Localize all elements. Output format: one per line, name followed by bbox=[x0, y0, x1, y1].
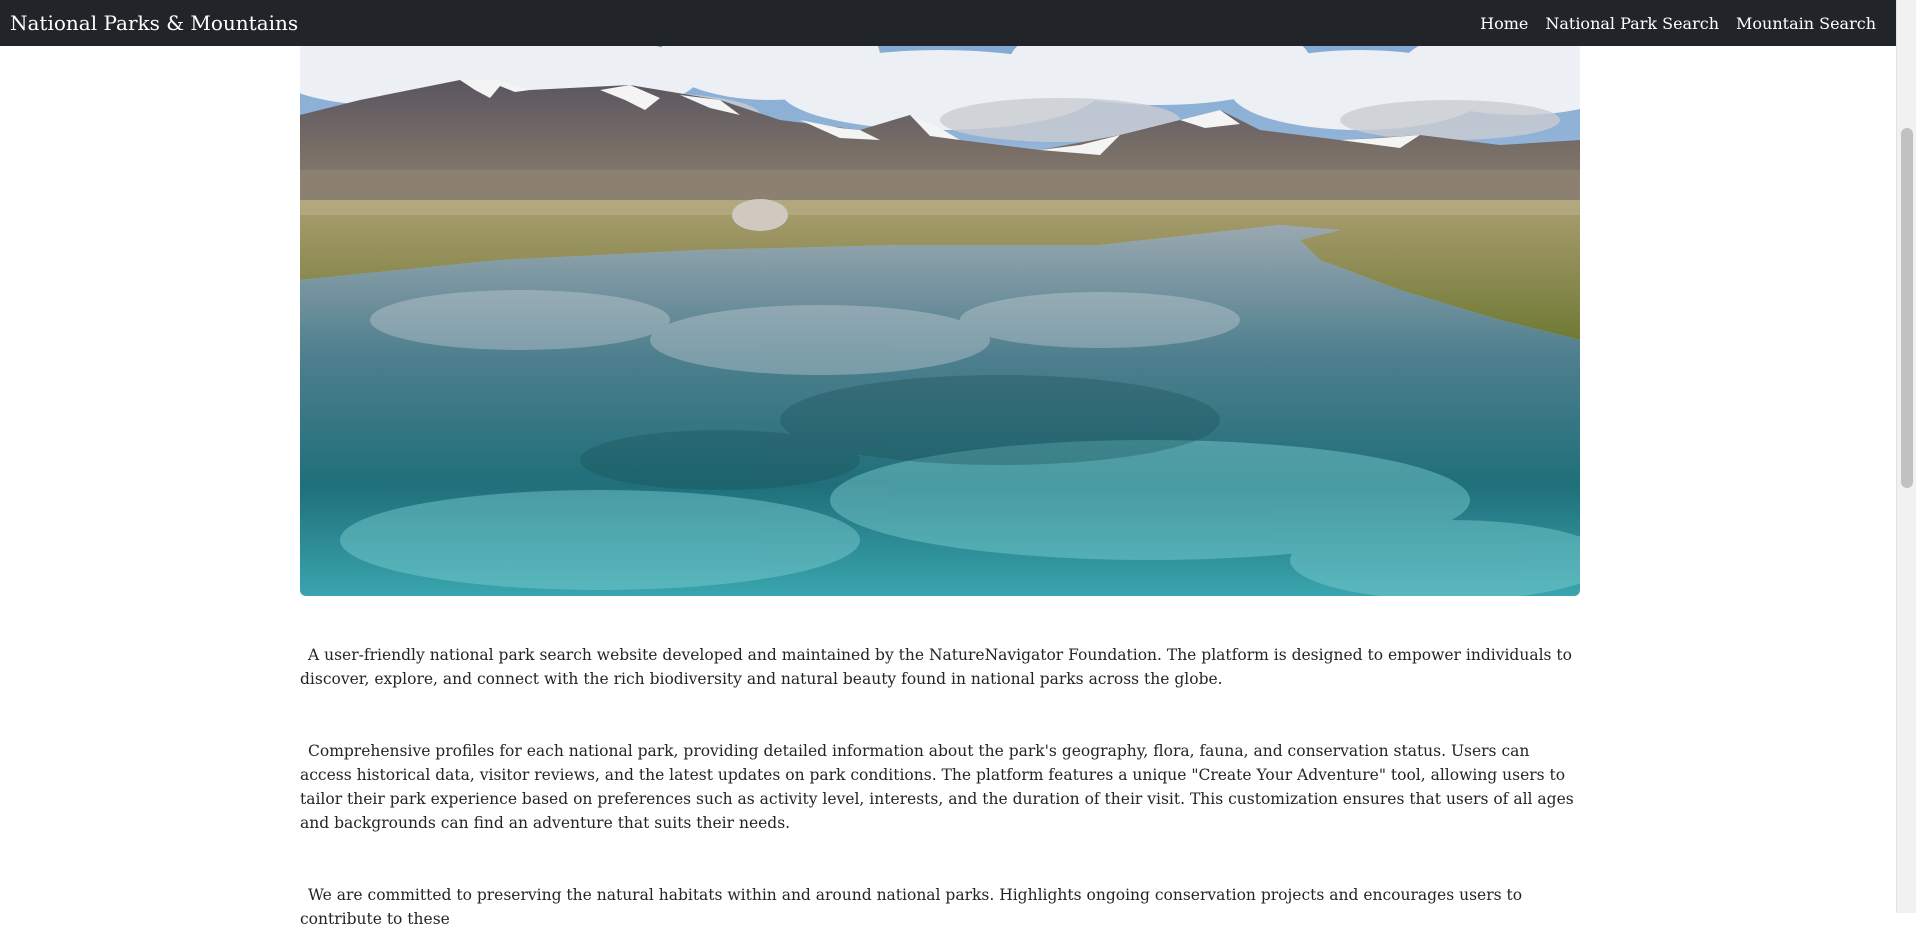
nav-link-home[interactable]: Home bbox=[1480, 14, 1528, 33]
features-paragraph: Comprehensive profiles for each national… bbox=[300, 739, 1580, 835]
page-scrollbar[interactable] bbox=[1896, 0, 1916, 913]
nav-links: Home National Park Search Mountain Searc… bbox=[1480, 14, 1886, 33]
conservation-paragraph: We are committed to preserving the natur… bbox=[300, 883, 1580, 931]
nav-link-mountain-search[interactable]: Mountain Search bbox=[1736, 14, 1876, 33]
paragraph-text: We are committed to preserving the natur… bbox=[300, 886, 1523, 928]
landscape-illustration bbox=[300, 20, 1580, 596]
hero-image bbox=[300, 20, 1580, 596]
paragraph-text: A user-friendly national park search web… bbox=[300, 646, 1572, 688]
top-navbar: National Parks & Mountains Home National… bbox=[0, 0, 1896, 46]
intro-paragraph: A user-friendly national park search web… bbox=[300, 643, 1580, 691]
brand-link[interactable]: National Parks & Mountains bbox=[10, 11, 298, 35]
nav-link-national-park-search[interactable]: National Park Search bbox=[1545, 14, 1719, 33]
paragraph-text: Comprehensive profiles for each national… bbox=[300, 742, 1574, 832]
scrollbar-thumb[interactable] bbox=[1901, 128, 1913, 488]
